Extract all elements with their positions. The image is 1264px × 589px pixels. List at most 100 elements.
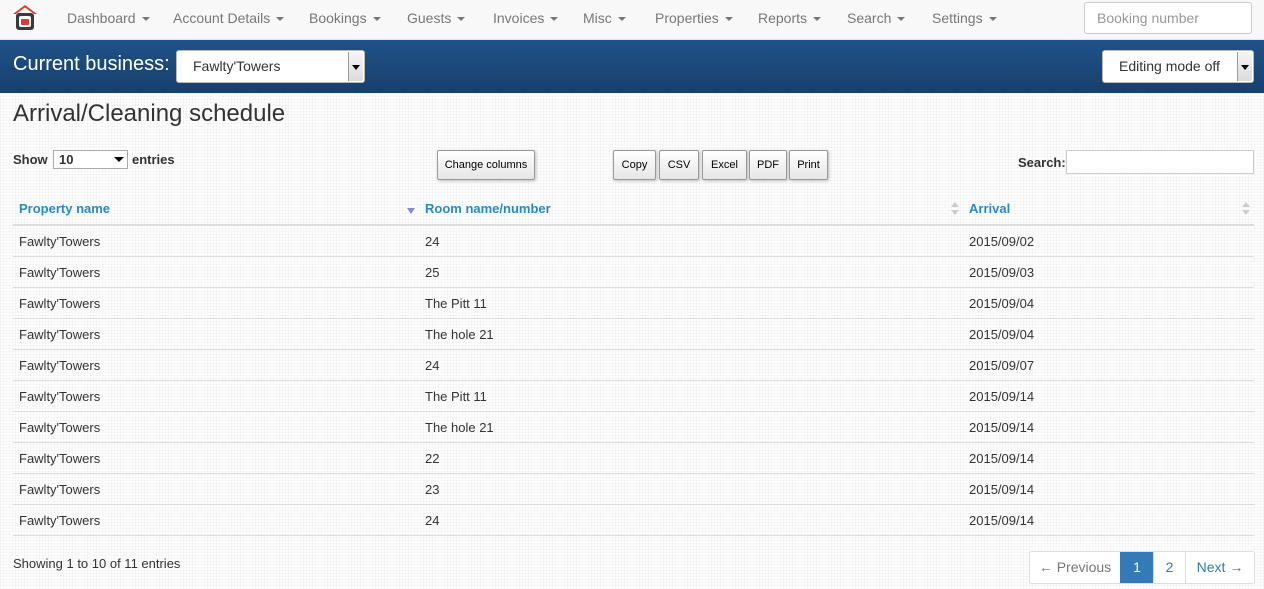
show-label: Show (13, 152, 48, 167)
caret-down-icon (550, 16, 559, 21)
nav-properties-label: Properties (655, 10, 719, 26)
select-arrow-icon (1237, 52, 1252, 81)
booking-number-input[interactable] (1084, 2, 1252, 34)
copy-button[interactable]: Copy (613, 150, 656, 180)
column-header-label: Room name/number (425, 200, 551, 216)
cell-property: Fawlty'Towers (13, 287, 419, 319)
table-row: Fawlty'Towers 23 2015/09/14 (13, 473, 1254, 505)
table-row: Fawlty'Towers 24 2015/09/14 (13, 504, 1254, 536)
page-1-button[interactable]: 1 (1120, 552, 1153, 583)
nav-account-details[interactable]: Account Details (173, 0, 285, 38)
cell-room: 23 (419, 473, 963, 505)
page-2-button[interactable]: 2 (1153, 552, 1185, 583)
dropdown-arrow-icon (114, 157, 124, 162)
table-info-text: Showing 1 to 10 of 11 entries (13, 556, 181, 571)
nav-bookings[interactable]: Bookings (309, 0, 381, 38)
table-search-input[interactable] (1066, 150, 1254, 174)
column-header-arrival[interactable]: Arrival (963, 192, 1254, 226)
nav-reports[interactable]: Reports (758, 0, 822, 38)
caret-down-icon (276, 16, 285, 21)
pagination: ← Previous 1 2 Next → (1029, 551, 1255, 584)
table-row: Fawlty'Towers 25 2015/09/03 (13, 256, 1254, 288)
top-navbar: Dashboard Account Details Bookings Guest… (0, 0, 1264, 40)
cell-arrival: 2015/09/04 (963, 318, 1254, 350)
table-row: Fawlty'Towers 24 2015/09/02 (13, 225, 1254, 257)
cell-property: Fawlty'Towers (13, 411, 419, 443)
cell-room: The hole 21 (419, 411, 963, 443)
csv-button[interactable]: CSV (659, 150, 699, 180)
caret-down-icon (897, 16, 906, 21)
excel-button[interactable]: Excel (702, 150, 747, 180)
home-logo-icon[interactable] (12, 4, 38, 32)
cell-room: 25 (419, 256, 963, 288)
select-arrow-icon (348, 52, 363, 81)
entries-label: entries (132, 152, 175, 167)
cell-room: 22 (419, 442, 963, 474)
cell-arrival: 2015/09/07 (963, 349, 1254, 381)
caret-down-icon (372, 16, 381, 21)
cell-room: The Pitt 11 (419, 287, 963, 319)
caret-down-icon (988, 16, 997, 21)
pdf-button[interactable]: PDF (749, 150, 787, 180)
table-row: Fawlty'Towers 22 2015/09/14 (13, 442, 1254, 474)
column-header-room[interactable]: Room name/number (419, 192, 963, 226)
current-business-label: Current business: (13, 53, 170, 75)
column-header-label: Arrival (969, 200, 1011, 216)
cell-property: Fawlty'Towers (13, 504, 419, 536)
cell-arrival: 2015/09/14 (963, 504, 1254, 536)
table-row: Fawlty'Towers The Pitt 11 2015/09/04 (13, 287, 1254, 319)
nav-search-label: Search (847, 10, 892, 26)
cell-arrival: 2015/09/14 (963, 380, 1254, 412)
nav-bookings-label: Bookings (309, 10, 367, 26)
nav-misc-label: Misc (583, 10, 612, 26)
cell-property: Fawlty'Towers (13, 318, 419, 350)
caret-down-icon (724, 16, 733, 21)
column-header-property[interactable]: Property name (13, 192, 419, 226)
cell-property: Fawlty'Towers (13, 442, 419, 474)
table-row: Fawlty'Towers The Pitt 11 2015/09/14 (13, 380, 1254, 412)
nav-invoices-label: Invoices (493, 10, 545, 26)
editing-mode-value: Editing mode off (1119, 58, 1220, 74)
nav-guests-label: Guests (407, 10, 452, 26)
cell-arrival: 2015/09/14 (963, 411, 1254, 443)
cell-room: 24 (419, 504, 963, 536)
nav-guests[interactable]: Guests (407, 0, 466, 38)
print-button[interactable]: Print (789, 150, 828, 180)
sort-desc-icon (407, 202, 415, 216)
cell-arrival: 2015/09/02 (963, 225, 1254, 257)
cell-property: Fawlty'Towers (13, 225, 419, 257)
search-label: Search: (1018, 155, 1066, 170)
entries-length-value: 10 (59, 152, 74, 167)
change-columns-button[interactable]: Change columns (437, 150, 535, 180)
nav-dashboard-label: Dashboard (67, 10, 136, 26)
column-header-label: Property name (19, 200, 111, 216)
caret-down-icon (617, 16, 626, 21)
nav-settings[interactable]: Settings (932, 0, 997, 38)
table-row: Fawlty'Towers The hole 21 2015/09/14 (13, 411, 1254, 443)
caret-down-icon (141, 16, 150, 21)
cell-property: Fawlty'Towers (13, 256, 419, 288)
cell-property: Fawlty'Towers (13, 380, 419, 412)
cell-arrival: 2015/09/04 (963, 287, 1254, 319)
nav-misc[interactable]: Misc (583, 0, 626, 38)
table-header-row: Property name Room name/number Arrival (13, 192, 1254, 226)
nav-invoices[interactable]: Invoices (493, 0, 559, 38)
cell-arrival: 2015/09/14 (963, 473, 1254, 505)
previous-page-button[interactable]: ← Previous (1030, 552, 1120, 583)
entries-length-select[interactable]: 10 (53, 150, 128, 169)
cell-room: The hole 21 (419, 318, 963, 350)
table-row: Fawlty'Towers The hole 21 2015/09/04 (13, 318, 1254, 350)
business-select-value: Fawlty'Towers (193, 58, 281, 74)
next-page-button[interactable]: Next → (1185, 552, 1254, 583)
cell-room: The Pitt 11 (419, 380, 963, 412)
caret-down-icon (457, 16, 466, 21)
nav-settings-label: Settings (932, 10, 983, 26)
business-select[interactable]: Fawlty'Towers (176, 50, 365, 83)
schedule-table: Property name Room name/number Arrival F… (13, 192, 1254, 536)
editing-mode-select[interactable]: Editing mode off (1102, 50, 1254, 83)
nav-dashboard[interactable]: Dashboard (67, 0, 150, 38)
nav-search[interactable]: Search (847, 0, 906, 38)
cell-property: Fawlty'Towers (13, 473, 419, 505)
nav-properties[interactable]: Properties (655, 0, 733, 38)
nav-reports-label: Reports (758, 10, 808, 26)
